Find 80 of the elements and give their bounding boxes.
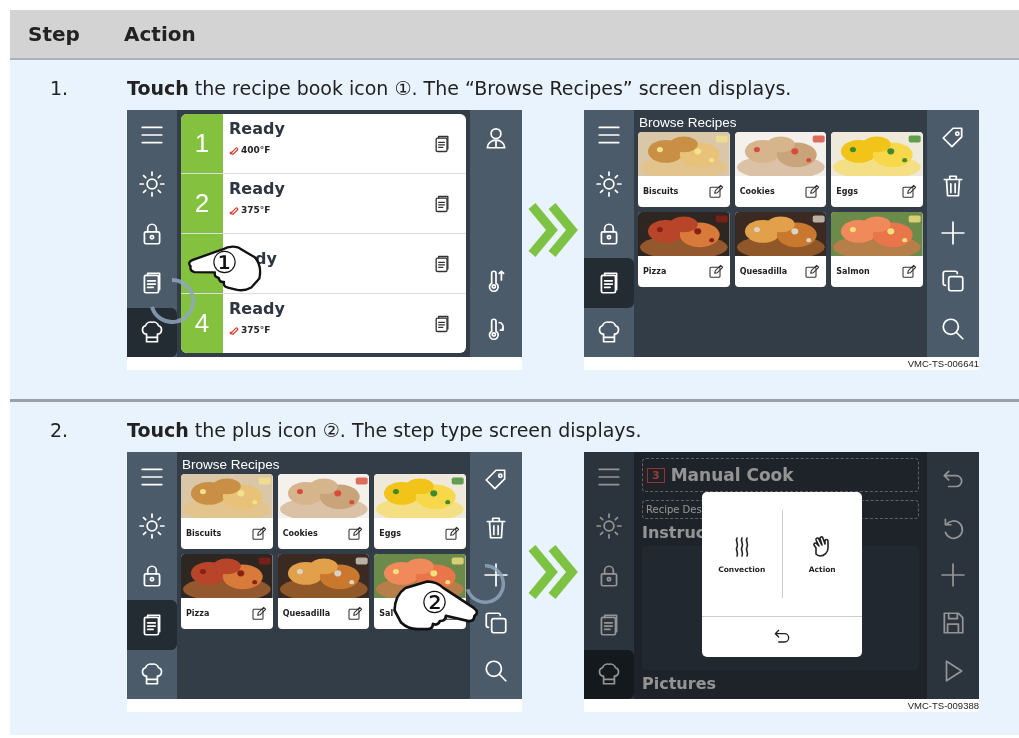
screen-title: Browse Recipes <box>639 115 738 130</box>
column-header: Action <box>124 22 196 46</box>
step-number: 3 <box>647 467 665 483</box>
instruction-text: Touch the plus icon ②. The step type screen displays. <box>127 418 643 443</box>
recipe-card[interactable]: Salmon <box>831 212 923 287</box>
recipe-name: Sal <box>379 609 394 618</box>
touch-ripple-icon <box>149 278 195 324</box>
screen-title: Browse Recipes <box>182 457 281 472</box>
thermometer-icon <box>229 205 239 215</box>
chef-hat-icon <box>596 661 622 688</box>
chef-hat-icon <box>139 661 165 688</box>
callout-number: ① <box>211 248 238 278</box>
step-number-cell-text: 2. <box>49 418 70 443</box>
copy-icon <box>940 268 966 295</box>
instruction-text: Touch the recipe book icon ①. The “Browse Recipes” screen displays. <box>127 76 793 101</box>
recipe-card[interactable]: Quesadilla <box>277 554 370 629</box>
nav-item[interactable] <box>127 600 177 650</box>
plus-icon <box>940 220 966 247</box>
recipe-card[interactable]: Pizza <box>638 212 730 287</box>
section-heading: Pictures <box>642 674 716 693</box>
recipe-name: Quesadilla <box>282 609 331 618</box>
plus-icon <box>483 562 509 589</box>
thermometer-icon <box>229 145 239 155</box>
touch-ripple-icon <box>465 564 505 604</box>
recipe-name: Cookies <box>282 529 318 538</box>
recipe-card[interactable]: Biscuits <box>638 132 730 207</box>
section-heading: Instruc <box>642 523 706 542</box>
recipe-card[interactable]: Eggs <box>374 474 466 549</box>
recipe-name: Cookies <box>739 187 775 196</box>
oven-number: 1 <box>194 128 210 159</box>
nav-item[interactable] <box>584 258 634 308</box>
recipe-card[interactable]: Eggs <box>831 132 923 207</box>
step-title: Manual Cook <box>670 465 794 485</box>
recipe-card[interactable]: Cookies <box>734 132 827 207</box>
sun-icon <box>596 171 622 198</box>
trash-icon <box>483 514 509 541</box>
recipe-name: Biscuits <box>186 529 222 538</box>
recipe-name: Biscuits <box>643 187 679 196</box>
oven-row[interactable]: 4 Ready 375°F <box>181 294 466 353</box>
plus-icon <box>940 562 966 589</box>
oven-number: 4 <box>194 308 210 339</box>
oven-temperature: 400°F <box>241 145 271 155</box>
recipe-name: Pizza <box>186 609 210 618</box>
column-header: Step <box>27 22 81 46</box>
trash-icon <box>940 172 966 199</box>
sun-icon <box>139 513 165 540</box>
chef-hat-icon <box>596 319 622 346</box>
thermometer-icon <box>229 325 239 335</box>
recipe-card[interactable]: Quesadilla <box>734 212 827 287</box>
recipe-name: Eggs <box>379 529 401 538</box>
recipe-card[interactable]: Pizza <box>181 554 273 629</box>
recipe-name: Pizza <box>643 267 667 276</box>
oven-row[interactable]: 1 Ready 400°F <box>181 114 466 174</box>
figure-id: VMC-TS-006641 <box>907 358 979 369</box>
sun-icon <box>139 171 165 198</box>
oven-row[interactable]: 2 Ready 375°F <box>181 174 466 234</box>
oven-status: Ready <box>229 299 286 318</box>
recipe-card[interactable]: Cookies <box>277 474 370 549</box>
recipe-name: Eggs <box>836 187 858 196</box>
search-icon <box>940 316 966 343</box>
oven-status: Ready <box>229 179 286 198</box>
recipe-name: Salmon <box>836 267 870 276</box>
figure-id: VMC-TS-009388 <box>907 700 979 711</box>
copy-icon <box>483 610 509 637</box>
oven-number: 2 <box>194 188 210 219</box>
sun-icon <box>596 513 622 540</box>
step-number-cell-text: 1. <box>49 76 70 101</box>
nav-item[interactable] <box>127 307 177 357</box>
recipe-name: Quesadilla <box>739 267 788 276</box>
search-icon <box>483 658 509 685</box>
recipe-card[interactable]: Biscuits <box>181 474 273 549</box>
double-chevron-icon <box>528 542 578 602</box>
nav-item[interactable] <box>584 649 634 699</box>
chef-hat-icon <box>139 319 165 346</box>
save-icon <box>940 610 966 637</box>
oven-temperature: 375°F <box>241 205 271 215</box>
oven-temperature: 375°F <box>241 325 271 335</box>
callout-number: ② <box>421 588 448 618</box>
oven-status: Ready <box>229 119 286 138</box>
double-chevron-icon <box>528 200 578 260</box>
